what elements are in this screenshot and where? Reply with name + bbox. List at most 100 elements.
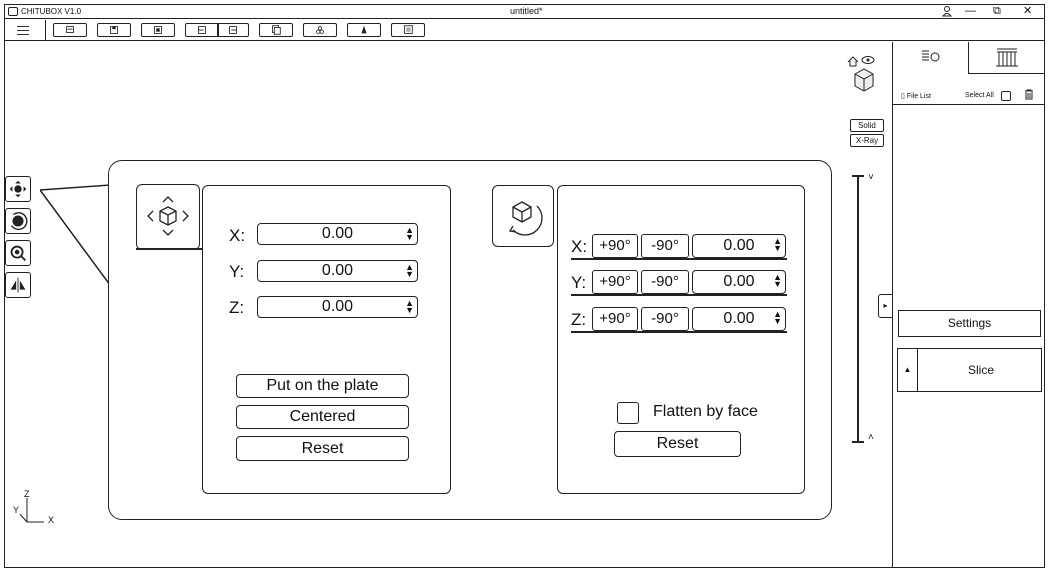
redo-icon <box>229 26 237 34</box>
settings-panel-button[interactable] <box>391 23 425 37</box>
app-logo-icon <box>8 7 18 16</box>
slice-button-group: ▲ Slice <box>897 348 1042 392</box>
move-tab-underline <box>136 248 202 250</box>
file-list-text: File List <box>906 93 931 100</box>
rotate-x-value: 0.00 <box>723 237 755 254</box>
fill-button[interactable] <box>347 23 381 37</box>
file-list-tab-icon <box>922 50 940 62</box>
save-icon <box>110 26 118 34</box>
move-tool-button[interactable] <box>5 176 31 202</box>
slice-button[interactable]: Slice <box>920 349 1042 391</box>
support-icon <box>316 26 324 34</box>
mirror-tool-button[interactable] <box>5 272 31 298</box>
spinner-arrows-icon[interactable]: ▲ ▼ <box>405 299 414 315</box>
rotate-y-plus90-button[interactable]: +90° <box>592 270 638 294</box>
title-bar: CHITUBOX V1.0 untitled* — ⧉ ✕ <box>5 5 1044 19</box>
spinner-arrows-icon[interactable]: ▲ ▼ <box>405 263 414 279</box>
rotate-y-label: Y: <box>571 273 587 292</box>
rotate-z-label: Z: <box>571 310 587 329</box>
spinner-arrows-icon[interactable]: ▲ ▼ <box>773 237 782 253</box>
rotate-z-minus90-button[interactable]: -90° <box>641 307 689 331</box>
copy-button[interactable] <box>259 23 293 37</box>
move-y-input[interactable]: 0.00 ▲ ▼ <box>257 260 418 282</box>
rotate-x-minus90-button[interactable]: -90° <box>641 234 689 258</box>
panel-collapse-button[interactable]: ▸ <box>878 294 892 318</box>
axis-x-label: X <box>48 515 55 525</box>
restore-button[interactable]: ⧉ <box>993 5 1001 18</box>
rotate-y-minus90-button[interactable]: -90° <box>641 270 689 294</box>
move-z-label: Z: <box>229 298 245 317</box>
spinner-arrows-icon[interactable]: ▲ ▼ <box>405 226 414 242</box>
toolbar <box>5 20 1044 41</box>
tab-files[interactable] <box>893 42 968 74</box>
axis-z-label: Z <box>24 489 30 499</box>
rotate-x-plus90-button[interactable]: +90° <box>592 234 638 258</box>
move-reset-button[interactable]: Reset <box>236 436 409 461</box>
rotate-x-input[interactable]: 0.00 ▲ ▼ <box>692 234 786 258</box>
move-y-label: Y: <box>229 262 245 281</box>
hamburger-icon[interactable] <box>17 23 29 35</box>
redo-button[interactable] <box>217 23 249 37</box>
spinner-arrows-icon[interactable]: ▲ ▼ <box>773 310 782 326</box>
undo-button[interactable] <box>185 23 219 37</box>
mirror-icon <box>10 277 26 293</box>
minimize-button[interactable]: — <box>965 5 976 18</box>
centered-button[interactable]: Centered <box>236 405 409 429</box>
eye-icon <box>861 56 875 64</box>
rotate-z-input[interactable]: 0.00 ▲ ▼ <box>692 307 786 331</box>
tab-supports[interactable] <box>969 42 1045 74</box>
xray-view-button[interactable]: X-Ray <box>850 134 884 147</box>
chevron-up-icon[interactable]: ˄ <box>868 432 874 443</box>
right-panel: ▯ File List Select All Settings ▲ Slice <box>892 42 1045 567</box>
cube-icon <box>854 68 874 92</box>
rotate-tab-icon <box>508 201 543 236</box>
document-icon: ▯ <box>901 93 905 100</box>
file-list-label: ▯ File List <box>901 92 931 100</box>
layer-slider-bottom[interactable] <box>852 441 864 443</box>
move-x-value: 0.00 <box>321 225 354 242</box>
chevron-down-icon[interactable]: ˅ <box>868 172 874 183</box>
axes-indicator: Z Y X <box>10 488 70 528</box>
move-z-value: 0.00 <box>321 298 354 315</box>
user-icon[interactable] <box>941 5 953 21</box>
rotate-z-plus90-button[interactable]: +90° <box>592 307 638 331</box>
rotate-y-input[interactable]: 0.00 ▲ ▼ <box>692 270 786 294</box>
trash-icon[interactable] <box>1024 89 1034 102</box>
solid-view-button[interactable]: Solid <box>850 119 884 132</box>
layer-slider-top[interactable] <box>852 175 864 177</box>
move-y-value: 0.00 <box>321 262 354 279</box>
home-icon <box>847 56 859 67</box>
rotate-tool-button[interactable] <box>5 208 31 234</box>
rotate-reset-button[interactable]: Reset <box>614 431 741 457</box>
settings-button[interactable]: Settings <box>898 310 1041 337</box>
flatten-by-face-checkbox[interactable] <box>617 402 639 424</box>
view-cube[interactable] <box>846 54 886 94</box>
flatten-by-face-label: Flatten by face <box>653 403 758 420</box>
close-button[interactable]: ✕ <box>1023 5 1032 18</box>
put-on-plate-button[interactable]: Put on the plate <box>236 374 409 398</box>
app-title: CHITUBOX V1.0 <box>21 7 82 16</box>
support-button[interactable] <box>303 23 337 37</box>
settings-panel-icon <box>404 25 413 34</box>
open-file-button[interactable] <box>53 23 87 37</box>
supports-tab-icon <box>996 48 1018 67</box>
select-all-checkbox[interactable] <box>1001 91 1011 101</box>
rotate-z-value: 0.00 <box>723 310 755 327</box>
axis-y-label: Y <box>13 505 20 515</box>
document-title: untitled* <box>510 6 543 16</box>
move-x-input[interactable]: 0.00 ▲ ▼ <box>257 223 418 245</box>
rotate-tab[interactable] <box>492 185 554 247</box>
rotate-x-label: X: <box>571 237 588 256</box>
move-tab[interactable] <box>136 184 200 250</box>
import-button[interactable] <box>141 23 175 37</box>
undo-icon <box>198 26 206 34</box>
slice-options-button[interactable]: ▲ <box>898 349 918 391</box>
spinner-arrows-icon[interactable]: ▲ ▼ <box>773 273 782 289</box>
layer-slider[interactable] <box>857 175 859 443</box>
scale-tool-button[interactable] <box>5 240 31 266</box>
move-z-input[interactable]: 0.00 ▲ ▼ <box>257 296 418 318</box>
copy-icon <box>272 25 281 35</box>
save-button[interactable] <box>97 23 131 37</box>
rotate-x-underline <box>571 258 787 260</box>
popup-pointer-mask <box>109 172 115 288</box>
